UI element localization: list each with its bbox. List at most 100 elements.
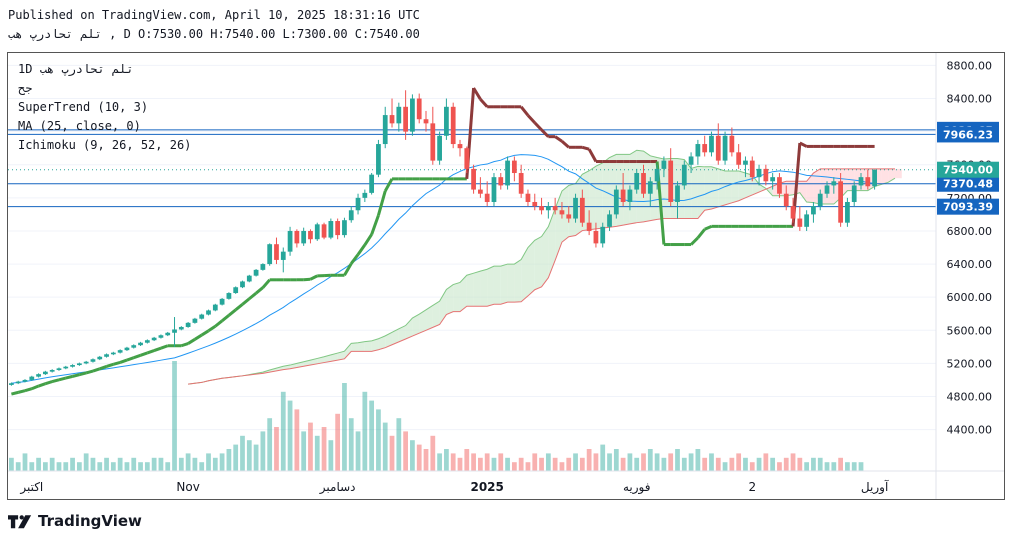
candle-body	[505, 160, 510, 186]
volume-bar	[770, 457, 776, 471]
volume-bar	[342, 383, 347, 471]
candle-body	[212, 304, 218, 311]
candle-body	[743, 160, 748, 165]
legend-ichimoku[interactable]: Ichimoku (9, 26, 52, 26)	[18, 138, 191, 152]
cloud-segment	[534, 236, 542, 290]
supertrend-segment	[194, 333, 203, 341]
candle-body	[498, 177, 504, 186]
supertrend-segment	[180, 342, 189, 348]
candle-body	[709, 135, 714, 153]
time-tick-label: فوریه	[623, 480, 651, 495]
supertrend-segment	[79, 371, 87, 377]
candle-body	[722, 135, 728, 161]
cloud-segment	[691, 166, 698, 219]
price-level-badge: 7966.23	[943, 128, 993, 141]
candle-body	[410, 98, 415, 132]
volume-bar	[138, 462, 143, 471]
price-tick-label: 6800.00	[947, 225, 993, 238]
cloud-segment	[466, 273, 474, 307]
volume-bar	[593, 453, 599, 471]
volume-bar	[681, 457, 687, 471]
volume-bar	[233, 444, 239, 471]
candle-body	[790, 206, 796, 219]
supertrend-segment	[309, 274, 318, 281]
candle-body	[831, 181, 837, 186]
candle-body	[627, 189, 633, 202]
legend-supertrend[interactable]: SuperTrend (10, 3)	[18, 100, 148, 114]
candle-body	[56, 368, 62, 371]
volume-bar	[355, 431, 361, 471]
cloud-segment	[527, 240, 535, 296]
candle-body	[185, 322, 191, 327]
volume-bar	[661, 457, 667, 471]
candle-body	[736, 152, 742, 165]
candle-body	[15, 381, 21, 384]
volume-bar	[76, 462, 82, 471]
volume-bar	[389, 435, 395, 471]
candle-body	[865, 177, 871, 187]
tradingview-logo-icon	[8, 515, 32, 529]
ichimoku-cloud	[188, 149, 902, 385]
candle-body	[647, 181, 653, 194]
volume-bar	[688, 453, 694, 471]
candle-body	[484, 193, 490, 202]
candle-body	[777, 177, 782, 194]
candle-body	[444, 106, 449, 136]
candle-body	[22, 379, 28, 382]
volume-bar	[552, 457, 558, 471]
footer-brand: TradingView	[38, 512, 142, 530]
candle-body	[525, 193, 531, 202]
price-tick-label: 5600.00	[947, 324, 993, 337]
volume-bar	[777, 462, 782, 471]
candle-body	[369, 174, 375, 193]
candle-body	[872, 169, 877, 187]
volume-bar	[267, 418, 273, 471]
price-tick-label: 6000.00	[947, 291, 993, 304]
supertrend-segment	[65, 374, 73, 380]
time-axis: اکتبر Nov دسامبر 2025 فوریه 2 آوریل	[19, 479, 889, 495]
candle-body	[491, 177, 497, 202]
volume-bar	[219, 453, 225, 471]
ohlc-line: تلم تحادرپ هب , D O:7530.00 H:7540.00 L:…	[8, 27, 420, 41]
supertrend-segment	[261, 278, 271, 289]
volume-bar	[369, 400, 375, 471]
chart-svg[interactable]: 8800.008400.008000.007600.007200.006800.…	[8, 53, 1004, 499]
volume-bar	[790, 453, 796, 471]
candle-body	[539, 206, 544, 211]
supertrend-segment	[24, 387, 33, 393]
candle-body	[518, 173, 524, 194]
candle-body	[76, 363, 82, 366]
candle-body	[342, 220, 347, 236]
volume-bar	[838, 457, 843, 471]
supertrend-segment	[241, 297, 251, 306]
volume-bar	[484, 453, 490, 471]
volume-bar	[43, 462, 48, 471]
supertrend-segment	[214, 319, 224, 328]
supertrend-segment	[587, 148, 598, 163]
candle-body	[151, 337, 157, 341]
candle-body	[199, 314, 205, 319]
volume-bar	[647, 449, 653, 471]
chart-frame[interactable]: 8800.008400.008000.007600.007200.006800.…	[7, 52, 1005, 500]
volume-bar	[56, 462, 62, 471]
volume-bar	[613, 449, 619, 471]
candle-body	[253, 269, 259, 276]
volume-bar	[9, 457, 14, 471]
volume-bar	[444, 449, 449, 471]
candle-body	[294, 230, 300, 244]
candle-body	[668, 160, 674, 202]
legend: 1D تلم تحادرپ هب جح SuperTrend (10, 3) M…	[18, 62, 191, 152]
candle-body	[192, 318, 198, 323]
volume-bar	[36, 457, 41, 471]
cloud-segment	[521, 247, 528, 302]
supertrend-segment	[690, 236, 699, 246]
supertrend-segment	[38, 382, 46, 388]
volume-bar	[437, 453, 442, 471]
volume-bar	[382, 422, 388, 471]
candle-body	[90, 359, 96, 362]
candle-body	[124, 347, 130, 351]
candle-body	[308, 230, 313, 240]
candle-body	[430, 123, 436, 161]
volume-bar	[709, 453, 714, 471]
legend-ma[interactable]: MA (25, close, 0)	[18, 119, 141, 133]
